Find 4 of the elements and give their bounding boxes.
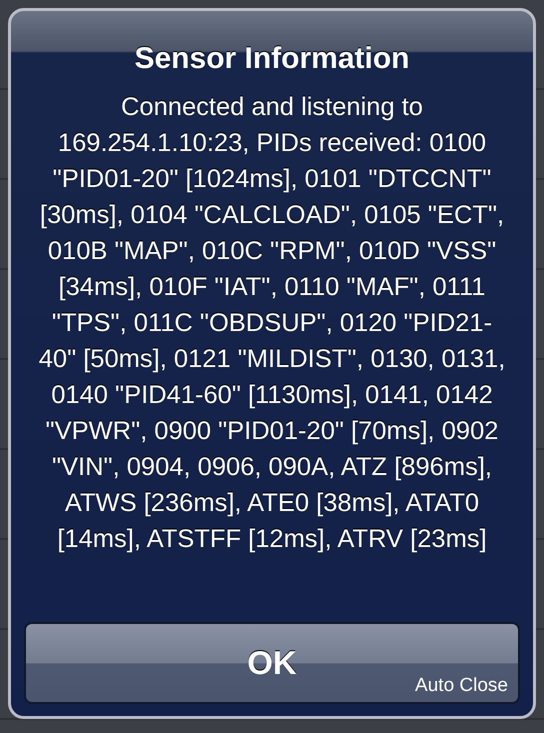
ok-button[interactable]: OK Auto Close <box>24 622 520 704</box>
alert-title: Sensor Information <box>134 41 410 77</box>
alert-message: Connected and listening to 169.254.1.10:23, PIDs received: 0100 "PID01-20" [1024ms], 0101 "DTCCNT" [30ms], 0104 "CALCLOAD", 0105 "ECT", 010B "MAP", 010C "RPM", 010D "VSS" [34ms], 010F "IAT", 0110 "MAF", 0111 "TPS", 011C "OBDSUP", 0120 "PID21-40" [50ms], 0121 "MILDIST", 0130, 0131, 0140 "PID41-60" [1130ms], 0141, 0142 "VPWR", 0900 "PID01-20" [70ms], 0902 "VIN", 0904, 0906, 090A, ATZ [896ms], ATWS [236ms], ATE0 [38ms], ATAT0 [14ms], ATSTFF [12ms], ATRV [23ms] <box>38 92 506 555</box>
auto-close-label: Auto Close <box>415 674 508 698</box>
